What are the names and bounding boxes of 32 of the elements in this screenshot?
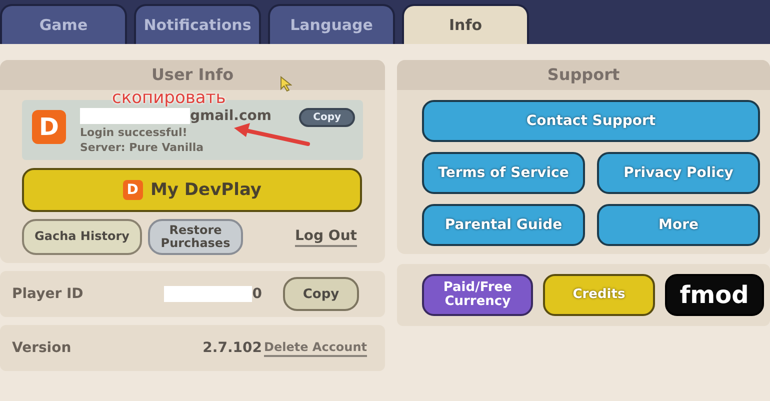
button-label: My DevPlay [150, 180, 262, 200]
annotation-text: скопировать [112, 88, 226, 108]
version-value: 2.7.102 [202, 340, 262, 356]
log-out-link[interactable]: Log Out [295, 228, 357, 246]
tab[interactable]: Info [402, 4, 529, 44]
menu-button[interactable]: Restore Purchases [148, 219, 243, 255]
tab[interactable]: Game [0, 4, 127, 44]
fmod-logo-button[interactable]: fmod [664, 274, 764, 316]
devplay-logo-icon: D [32, 110, 66, 144]
my-devplay-button[interactable]: D My DevPlay [22, 168, 362, 212]
tab[interactable]: Language [268, 4, 395, 44]
support-button[interactable]: Contact Support [422, 100, 760, 142]
support-button[interactable]: Parental Guide [422, 204, 585, 246]
login-status: Login successful! [80, 126, 188, 139]
server-label: Server: Pure Vanilla [80, 141, 205, 154]
cursor-icon [280, 76, 292, 92]
support-button[interactable]: More [597, 204, 760, 246]
support-button[interactable]: Terms of Service [422, 152, 585, 194]
email-text: gmail.com [190, 108, 272, 124]
support-button[interactable]: Privacy Policy [597, 152, 760, 194]
tab[interactable]: Notifications [134, 4, 261, 44]
copy-button[interactable]: Copy [283, 277, 359, 311]
menu-button[interactable]: Gacha History [22, 219, 142, 255]
player-id-label: Player ID [12, 286, 84, 302]
player-id-value: 0 [252, 286, 262, 302]
delete-account-link[interactable]: Delete Account [264, 340, 367, 356]
devplay-logo-icon: D [122, 180, 143, 200]
version-label: Version [12, 340, 72, 356]
panel-header: Support [397, 60, 770, 90]
panel-header: User Info [0, 60, 385, 90]
copy-button[interactable]: Copy [299, 108, 355, 127]
menu-button[interactable]: Paid/Free Currency [422, 274, 534, 316]
